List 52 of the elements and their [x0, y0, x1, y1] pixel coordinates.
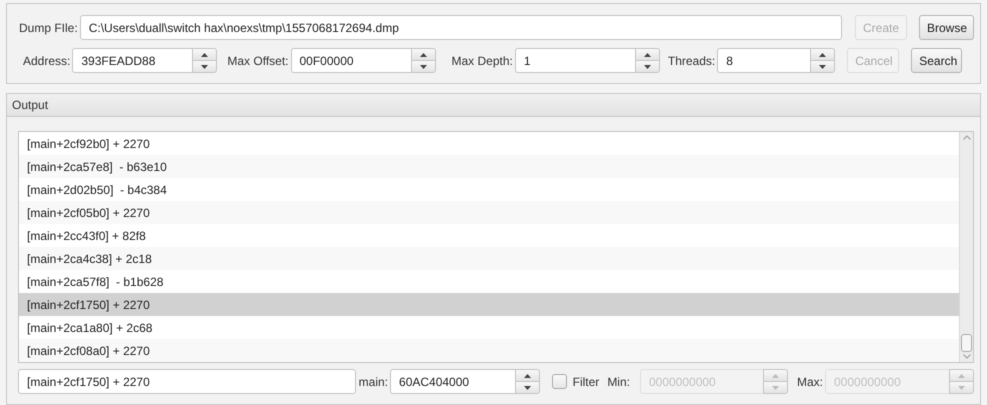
up-arrow-icon [524, 374, 532, 378]
checkbox-label: Filter [572, 374, 600, 388]
spinner-field[interactable]: 60AC404000 [390, 369, 516, 394]
down-arrow-icon [524, 386, 532, 390]
down-arrow-icon [819, 64, 826, 68]
decrement-button[interactable] [410, 61, 436, 73]
list-item[interactable]: [main+2ca57e8] - b63e10 [19, 155, 959, 178]
spinner-field[interactable]: 1 [514, 48, 635, 73]
increment-button[interactable] [515, 369, 540, 382]
up-arrow-icon [420, 52, 426, 56]
up-arrow-icon [772, 374, 779, 378]
decrement-button[interactable] [515, 382, 540, 394]
scroll-thumb[interactable] [961, 334, 972, 352]
decrement-button[interactable] [192, 61, 218, 73]
increment-button[interactable] [634, 48, 660, 61]
decrement-button[interactable] [634, 61, 660, 73]
increment-button[interactable] [810, 48, 836, 61]
spinner-field[interactable]: 00F00000 [290, 48, 410, 73]
up-arrow-icon [819, 52, 826, 56]
list-item[interactable]: [main+2cf1750] + 2270 [19, 293, 959, 316]
field-label: Threads: [668, 54, 716, 68]
field-label: Max Offset: [227, 54, 288, 68]
expression-field[interactable]: [main+2cf1750] + 2270 [18, 369, 356, 394]
down-arrow-icon [772, 386, 779, 390]
down-arrow-icon [201, 64, 208, 68]
field-label: Min: [607, 374, 630, 388]
list-item[interactable]: [main+2cf08a0] + 2270 [19, 339, 959, 362]
field-label: Max Depth: [452, 54, 513, 68]
scrollbar[interactable] [959, 132, 973, 362]
down-arrow-icon [644, 64, 651, 68]
up-arrow-icon [958, 374, 965, 378]
up-arrow-icon [644, 52, 651, 56]
dump-file-field[interactable]: C:\Users\duall\switch hax\noexs\tmp\1557068172694.dmp [80, 15, 842, 40]
field-label: Address: [23, 54, 70, 68]
up-arrow-icon [201, 52, 208, 56]
search-button[interactable]: Search [911, 48, 962, 73]
field-label: Max: [796, 374, 823, 388]
field-label: Dump FIle: [19, 20, 78, 34]
output-header[interactable]: Output [6, 93, 981, 117]
list-item[interactable]: [main+2ca4c38] + 2c18 [19, 247, 959, 270]
down-arrow-icon [420, 64, 426, 68]
filter-checkbox[interactable] [552, 374, 567, 389]
down-arrow-icon [958, 386, 965, 390]
spinner-field[interactable]: 8 [717, 48, 810, 73]
decrement-button[interactable] [810, 61, 836, 73]
increment-button[interactable] [192, 48, 218, 61]
list-item[interactable]: [main+2cf05b0] + 2270 [19, 201, 959, 224]
increment-button[interactable] [410, 48, 436, 61]
field-label: main: [358, 374, 388, 388]
spinner-field[interactable]: 393FEADD88 [72, 48, 192, 73]
browse-button[interactable]: Browse [919, 15, 974, 40]
section-title: Output [12, 98, 48, 112]
